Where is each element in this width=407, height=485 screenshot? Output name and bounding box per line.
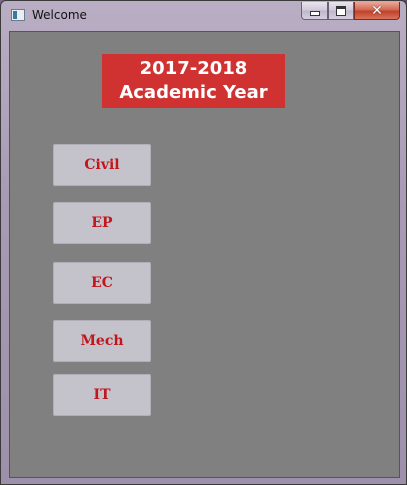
ep-button[interactable]: EP <box>53 202 151 244</box>
ec-button[interactable]: EC <box>53 262 151 304</box>
close-button[interactable]: ✕ <box>354 2 400 20</box>
it-button[interactable]: IT <box>53 374 151 416</box>
welcome-window: Welcome ✕ 2017-2018 Academic Year Civil … <box>0 0 407 485</box>
academic-year-banner: 2017-2018 Academic Year <box>102 54 285 108</box>
banner-label: Academic Year <box>119 82 268 103</box>
minimize-icon <box>309 11 320 16</box>
civil-button[interactable]: Civil <box>53 144 151 186</box>
mech-button[interactable]: Mech <box>53 320 151 362</box>
maximize-icon <box>336 5 346 16</box>
client-area: 2017-2018 Academic Year Civil EP EC Mech… <box>9 31 400 478</box>
maximize-button[interactable] <box>328 2 354 20</box>
titlebar[interactable]: Welcome ✕ <box>1 1 406 30</box>
close-icon: ✕ <box>371 2 383 19</box>
banner-year: 2017-2018 <box>139 58 248 79</box>
app-icon <box>11 9 25 21</box>
minimize-button[interactable] <box>301 2 328 20</box>
window-title: Welcome <box>32 8 87 22</box>
